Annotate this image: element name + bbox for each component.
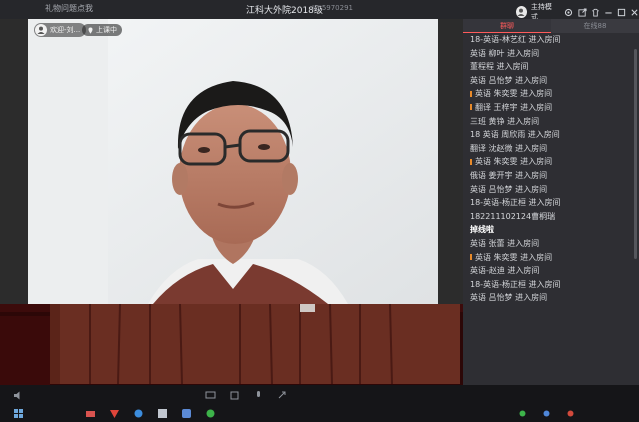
user-icon — [517, 8, 525, 16]
title-bar: 礼物问题点我 江科大外院2018级 ID:5970291 主持模式 — [0, 0, 639, 21]
share-screen-button[interactable] — [276, 389, 288, 401]
start-button[interactable] — [12, 408, 24, 420]
share-button[interactable] — [577, 7, 587, 17]
taskbar-app-1[interactable] — [84, 408, 96, 420]
chat-message: 英语 张蕾 进入房间 — [470, 238, 540, 248]
chat-message: 董程程 进入房间 — [470, 62, 529, 72]
chat-message: 英语 朱奕雯 进入房间 — [470, 87, 632, 101]
chat-message: 18-英语-林艺红 进入房间 — [470, 35, 561, 44]
pin-icon — [88, 26, 93, 34]
taskbar-app-3[interactable] — [132, 408, 144, 420]
media-controls — [0, 385, 639, 405]
windows-icon — [13, 409, 23, 418]
chat-message: 18 英语 周欣雨 进入房间 — [470, 130, 560, 140]
minimize-button[interactable] — [604, 7, 613, 17]
app-icon — [181, 409, 191, 418]
settings-button[interactable] — [564, 7, 573, 17]
tab-online[interactable]: 在线88 — [551, 19, 639, 33]
chat-scrollbar[interactable] — [634, 49, 637, 259]
system-taskbar-icons — [0, 405, 639, 422]
room-id: ID:5970291 — [312, 4, 353, 12]
chat-message: 翻译 沈赵微 进入房间 — [470, 143, 548, 153]
taskbar-app-2[interactable] — [108, 408, 120, 420]
taskbar-app-4[interactable] — [156, 408, 168, 420]
close-button[interactable] — [630, 7, 639, 17]
share-icon — [577, 7, 587, 17]
volume-button[interactable] — [12, 389, 24, 401]
chat-message: 掉线啦 — [470, 225, 494, 235]
chat-message: 英语 朱奕雯 进入房间 — [470, 155, 632, 169]
tray-icon-1[interactable] — [516, 408, 528, 420]
shirt-icon — [591, 8, 599, 17]
gear-icon — [565, 8, 573, 16]
tab-group-chat[interactable]: 群聊 — [463, 19, 551, 33]
maximize-icon — [617, 8, 625, 16]
user-icon — [37, 26, 45, 34]
chat-message: 18-英语-杨正桓 进入房间 — [470, 198, 561, 208]
mic-button[interactable] — [252, 389, 264, 401]
chat-message: 俄语 姜开宇 进入房间 — [470, 170, 548, 180]
app-icon — [134, 409, 142, 418]
current-user-badge[interactable]: 欢迎-刘... — [34, 23, 87, 37]
app-icon — [519, 410, 525, 417]
tray-icon-3[interactable] — [564, 408, 576, 420]
class-status-text: 上课中 — [96, 26, 117, 34]
mic-icon — [256, 390, 260, 397]
app-icon — [543, 410, 549, 417]
speaker-icon — [13, 391, 19, 399]
chat-message: 英语 吕怡梦 进入房间 — [470, 184, 548, 194]
taskbar-app-5[interactable] — [180, 408, 192, 420]
wechat-icon — [206, 409, 214, 418]
tray-icon-2[interactable] — [540, 408, 552, 420]
taskbar-app-6[interactable] — [204, 408, 216, 420]
share-icon — [278, 391, 285, 398]
class-status-pill: 上课中 — [82, 24, 122, 36]
chat-message: 三班 黄铮 进入房间 — [470, 116, 540, 126]
chat-tabs: 群聊 在线88 — [463, 19, 639, 33]
close-icon — [631, 8, 638, 16]
chat-panel: 群聊 在线88 18-英语-林艺红 进入房间 英语 柳叶 进入房间 董程程 进入房间… — [463, 19, 639, 385]
chat-message: 翻译 王梓宇 进入房间 — [470, 101, 632, 115]
app-icon — [567, 410, 573, 417]
video-glitch-area — [0, 304, 463, 385]
screen-button[interactable] — [204, 389, 216, 401]
chat-message: 英语-赵迪 进入房间 — [470, 266, 540, 276]
chat-message: 英语 柳叶 进入房间 — [470, 48, 540, 58]
chat-message: 英语 吕怡梦 进入房间 — [470, 293, 548, 303]
video-glitch-frame — [0, 304, 463, 385]
gift-help-link[interactable]: 礼物问题点我 — [45, 3, 93, 14]
maximize-button[interactable] — [617, 7, 626, 17]
screen-icon — [205, 391, 215, 398]
taskbar — [0, 385, 639, 422]
app-icon — [157, 409, 167, 418]
window-icon — [230, 391, 238, 399]
teacher-video-frame — [28, 19, 438, 304]
current-user-name: 欢迎-刘... — [50, 26, 81, 34]
skin-button[interactable] — [591, 7, 600, 17]
app-icon — [109, 410, 119, 418]
chat-message: 英语 朱奕雯 进入房间 — [470, 251, 632, 265]
window-button[interactable] — [228, 389, 240, 401]
folder-icon — [85, 411, 95, 417]
chat-message: 英语 吕怡梦 进入房间 — [470, 75, 548, 85]
user-avatar — [35, 24, 47, 36]
minimize-icon — [605, 11, 612, 13]
chat-message: 182211102124曹桐瑞 — [470, 211, 556, 221]
chat-message-list: 18-英语-林艺红 进入房间 英语 柳叶 进入房间 董程程 进入房间英语 吕怡梦 进… — [463, 33, 639, 305]
chat-message: 18-英语-杨正桓 进入房间 — [470, 279, 561, 289]
video-stage: 欢迎-刘... 上课中 — [0, 19, 463, 385]
host-avatar[interactable] — [516, 6, 527, 18]
teacher-video: 欢迎-刘... 上课中 — [28, 19, 438, 304]
